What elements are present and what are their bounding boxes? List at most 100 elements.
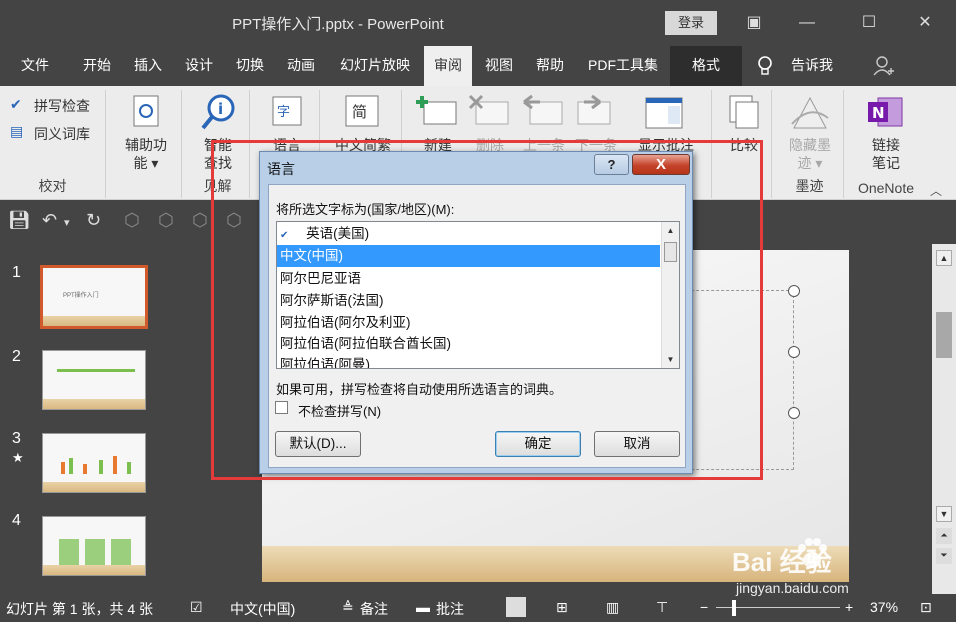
language-dialog: 语言 ? X 将所选文字标为(国家/地区)(M): ✔ 英语(美国) 中文(中国… — [259, 151, 693, 474]
maximize-icon[interactable]: ☐ — [856, 10, 882, 36]
thumb-bar — [69, 458, 73, 474]
shape-icon-2[interactable]: ⬡ — [158, 210, 174, 231]
previous-slide-icon[interactable]: ⏶ — [936, 528, 952, 544]
previous-comment-icon — [523, 94, 563, 125]
group-label-onenote: OneNote — [857, 180, 915, 196]
list-scrollbar[interactable]: ▲ ▼ — [661, 222, 679, 368]
tab-home[interactable]: 开始 — [74, 46, 120, 86]
ribbon-display-icon[interactable]: ▣ — [741, 10, 767, 36]
title-bar: PPT操作入门.pptx - PowerPoint 登录 ▣ — ☐ ✕ — [0, 0, 956, 46]
tab-insert[interactable]: 插入 — [125, 46, 171, 86]
shape-icon-4[interactable]: ⬡ — [226, 210, 242, 231]
no-spell-check-checkbox[interactable] — [275, 401, 288, 414]
slide-thumbnail-1[interactable]: PPT操作入门 — [40, 265, 148, 329]
compare-button[interactable]: 比较 — [716, 136, 772, 154]
tab-pdf-tools[interactable]: PDF工具集 — [580, 46, 666, 86]
no-spell-check-label[interactable]: 不检查拼写(N) — [298, 401, 381, 420]
language-status[interactable]: 中文(中国) — [230, 599, 295, 619]
scroll-down-icon[interactable]: ▼ — [936, 506, 952, 522]
spell-check-icon: ✔ — [280, 230, 289, 241]
svg-text:字: 字 — [277, 105, 290, 120]
tab-file[interactable]: 文件 — [12, 46, 58, 86]
ok-button[interactable]: 确定 — [495, 431, 581, 457]
slide-thumbnail-3[interactable] — [42, 433, 146, 493]
next-comment-icon — [577, 94, 611, 125]
cancel-button[interactable]: 取消 — [594, 431, 680, 457]
list-item[interactable]: 阿尔巴尼亚语 — [277, 268, 660, 290]
lightbulb-icon[interactable] — [752, 46, 778, 86]
linked-notes-button[interactable]: 链接 笔记 — [848, 136, 924, 172]
hide-ink-button[interactable]: 隐藏墨 迹 ▾ — [776, 136, 844, 172]
svg-text:简: 简 — [352, 103, 367, 121]
slideshow-icon[interactable]: ⊤ — [656, 599, 668, 616]
tab-review[interactable]: 审阅 — [424, 46, 472, 86]
resize-handle[interactable] — [788, 407, 800, 419]
dialog-close-button[interactable]: X — [632, 154, 690, 175]
scroll-thumb[interactable] — [936, 312, 952, 358]
group-label-insights: 见解 — [203, 178, 232, 194]
shape-icon-3[interactable]: ⬡ — [192, 210, 208, 231]
thumb-number: 3 — [12, 430, 21, 447]
list-item[interactable]: 阿拉伯语(阿拉伯联合酋长国) — [277, 333, 660, 355]
dialog-help-button[interactable]: ? — [594, 154, 629, 175]
thumb-number: 4 — [12, 512, 21, 529]
list-scroll-thumb[interactable] — [664, 242, 677, 262]
reading-view-icon[interactable]: ▥ — [606, 599, 619, 616]
thesaurus-button[interactable]: 同义词库 — [34, 125, 90, 143]
minimize-icon[interactable]: — — [794, 10, 820, 36]
smart-lookup-button[interactable]: 智能 查找 — [186, 136, 250, 172]
dictionary-info: 如果可用，拼写检查将自动使用所选语言的词典。 — [276, 382, 563, 397]
collapse-ribbon-icon[interactable]: ︿ — [930, 182, 942, 199]
spell-status-icon[interactable]: ☑ — [190, 599, 203, 616]
comments-button[interactable]: 批注 — [436, 599, 464, 619]
resize-handle[interactable] — [788, 285, 800, 297]
watermark-url: jingyan.baidu.com — [736, 580, 849, 596]
slide-thumbnail-2[interactable] — [42, 350, 146, 410]
tab-format[interactable]: 格式 — [670, 46, 742, 86]
close-icon[interactable]: ✕ — [912, 10, 938, 36]
tab-design[interactable]: 设计 — [176, 46, 222, 86]
tab-transitions[interactable]: 切换 — [227, 46, 273, 86]
svg-text:i: i — [218, 100, 223, 118]
undo-icon[interactable]: ↶ — [42, 210, 57, 231]
thumb-number: 1 — [12, 264, 21, 281]
thumb-floor — [43, 316, 145, 326]
next-slide-icon[interactable]: ⏷ — [936, 548, 952, 564]
tab-animations[interactable]: 动画 — [278, 46, 324, 86]
notes-icon[interactable]: ≜ — [342, 599, 354, 616]
undo-dropdown-icon[interactable]: ▾ — [64, 216, 70, 229]
group-label-ink: 墨迹 — [795, 178, 824, 194]
language-list[interactable]: ✔ 英语(美国) 中文(中国) 阿尔巴尼亚语 阿尔萨斯语(法国) 阿拉伯语(阿尔… — [276, 221, 680, 369]
tab-view[interactable]: 视图 — [476, 46, 522, 86]
comments-icon[interactable]: ▬ — [416, 599, 430, 615]
thesaurus-icon: ▤ — [10, 123, 24, 139]
redo-icon[interactable]: ↻ — [86, 210, 101, 231]
vertical-scrollbar[interactable]: ▲ ▼ ⏶ ⏷ — [932, 244, 956, 594]
share-user-icon[interactable] — [870, 46, 896, 86]
normal-view-icon[interactable] — [506, 597, 526, 617]
resize-handle[interactable] — [788, 346, 800, 358]
list-item[interactable]: 阿尔萨斯语(法国) — [277, 290, 660, 312]
tab-slideshow[interactable]: 幻灯片放映 — [332, 46, 418, 86]
default-button[interactable]: 默认(D)... — [275, 431, 361, 457]
tell-me[interactable]: 告诉我 — [782, 46, 842, 86]
save-icon[interactable]: 💾︎ — [8, 210, 31, 231]
shape-icon[interactable]: ⬡ — [124, 210, 140, 231]
tab-help[interactable]: 帮助 — [527, 46, 573, 86]
accessibility-button[interactable]: 辅助功 能 ▾ — [110, 136, 182, 172]
login-button[interactable]: 登录 — [665, 11, 717, 35]
list-scroll-down-icon[interactable]: ▼ — [662, 351, 679, 368]
zoom-out-icon[interactable]: − — [700, 599, 708, 615]
notes-button[interactable]: 备注 — [360, 599, 388, 619]
thumb-block — [85, 539, 105, 565]
scroll-up-icon[interactable]: ▲ — [936, 250, 952, 266]
spell-check-button[interactable]: 拼写检查 — [34, 97, 90, 115]
list-item[interactable]: 阿拉伯语(阿尔及利亚) — [277, 312, 660, 334]
list-scroll-up-icon[interactable]: ▲ — [662, 222, 679, 239]
slide-sorter-icon[interactable]: ⊞ — [556, 599, 568, 616]
slide-thumbnail-4[interactable] — [42, 516, 146, 576]
list-item-selected[interactable]: 中文(中国) — [277, 245, 660, 267]
list-item[interactable]: 阿拉伯语(阿曼) — [277, 354, 660, 368]
group-accessibility: 辅助功 能 ▾ — [110, 90, 182, 198]
list-item[interactable]: ✔ 英语(美国) — [277, 223, 660, 245]
